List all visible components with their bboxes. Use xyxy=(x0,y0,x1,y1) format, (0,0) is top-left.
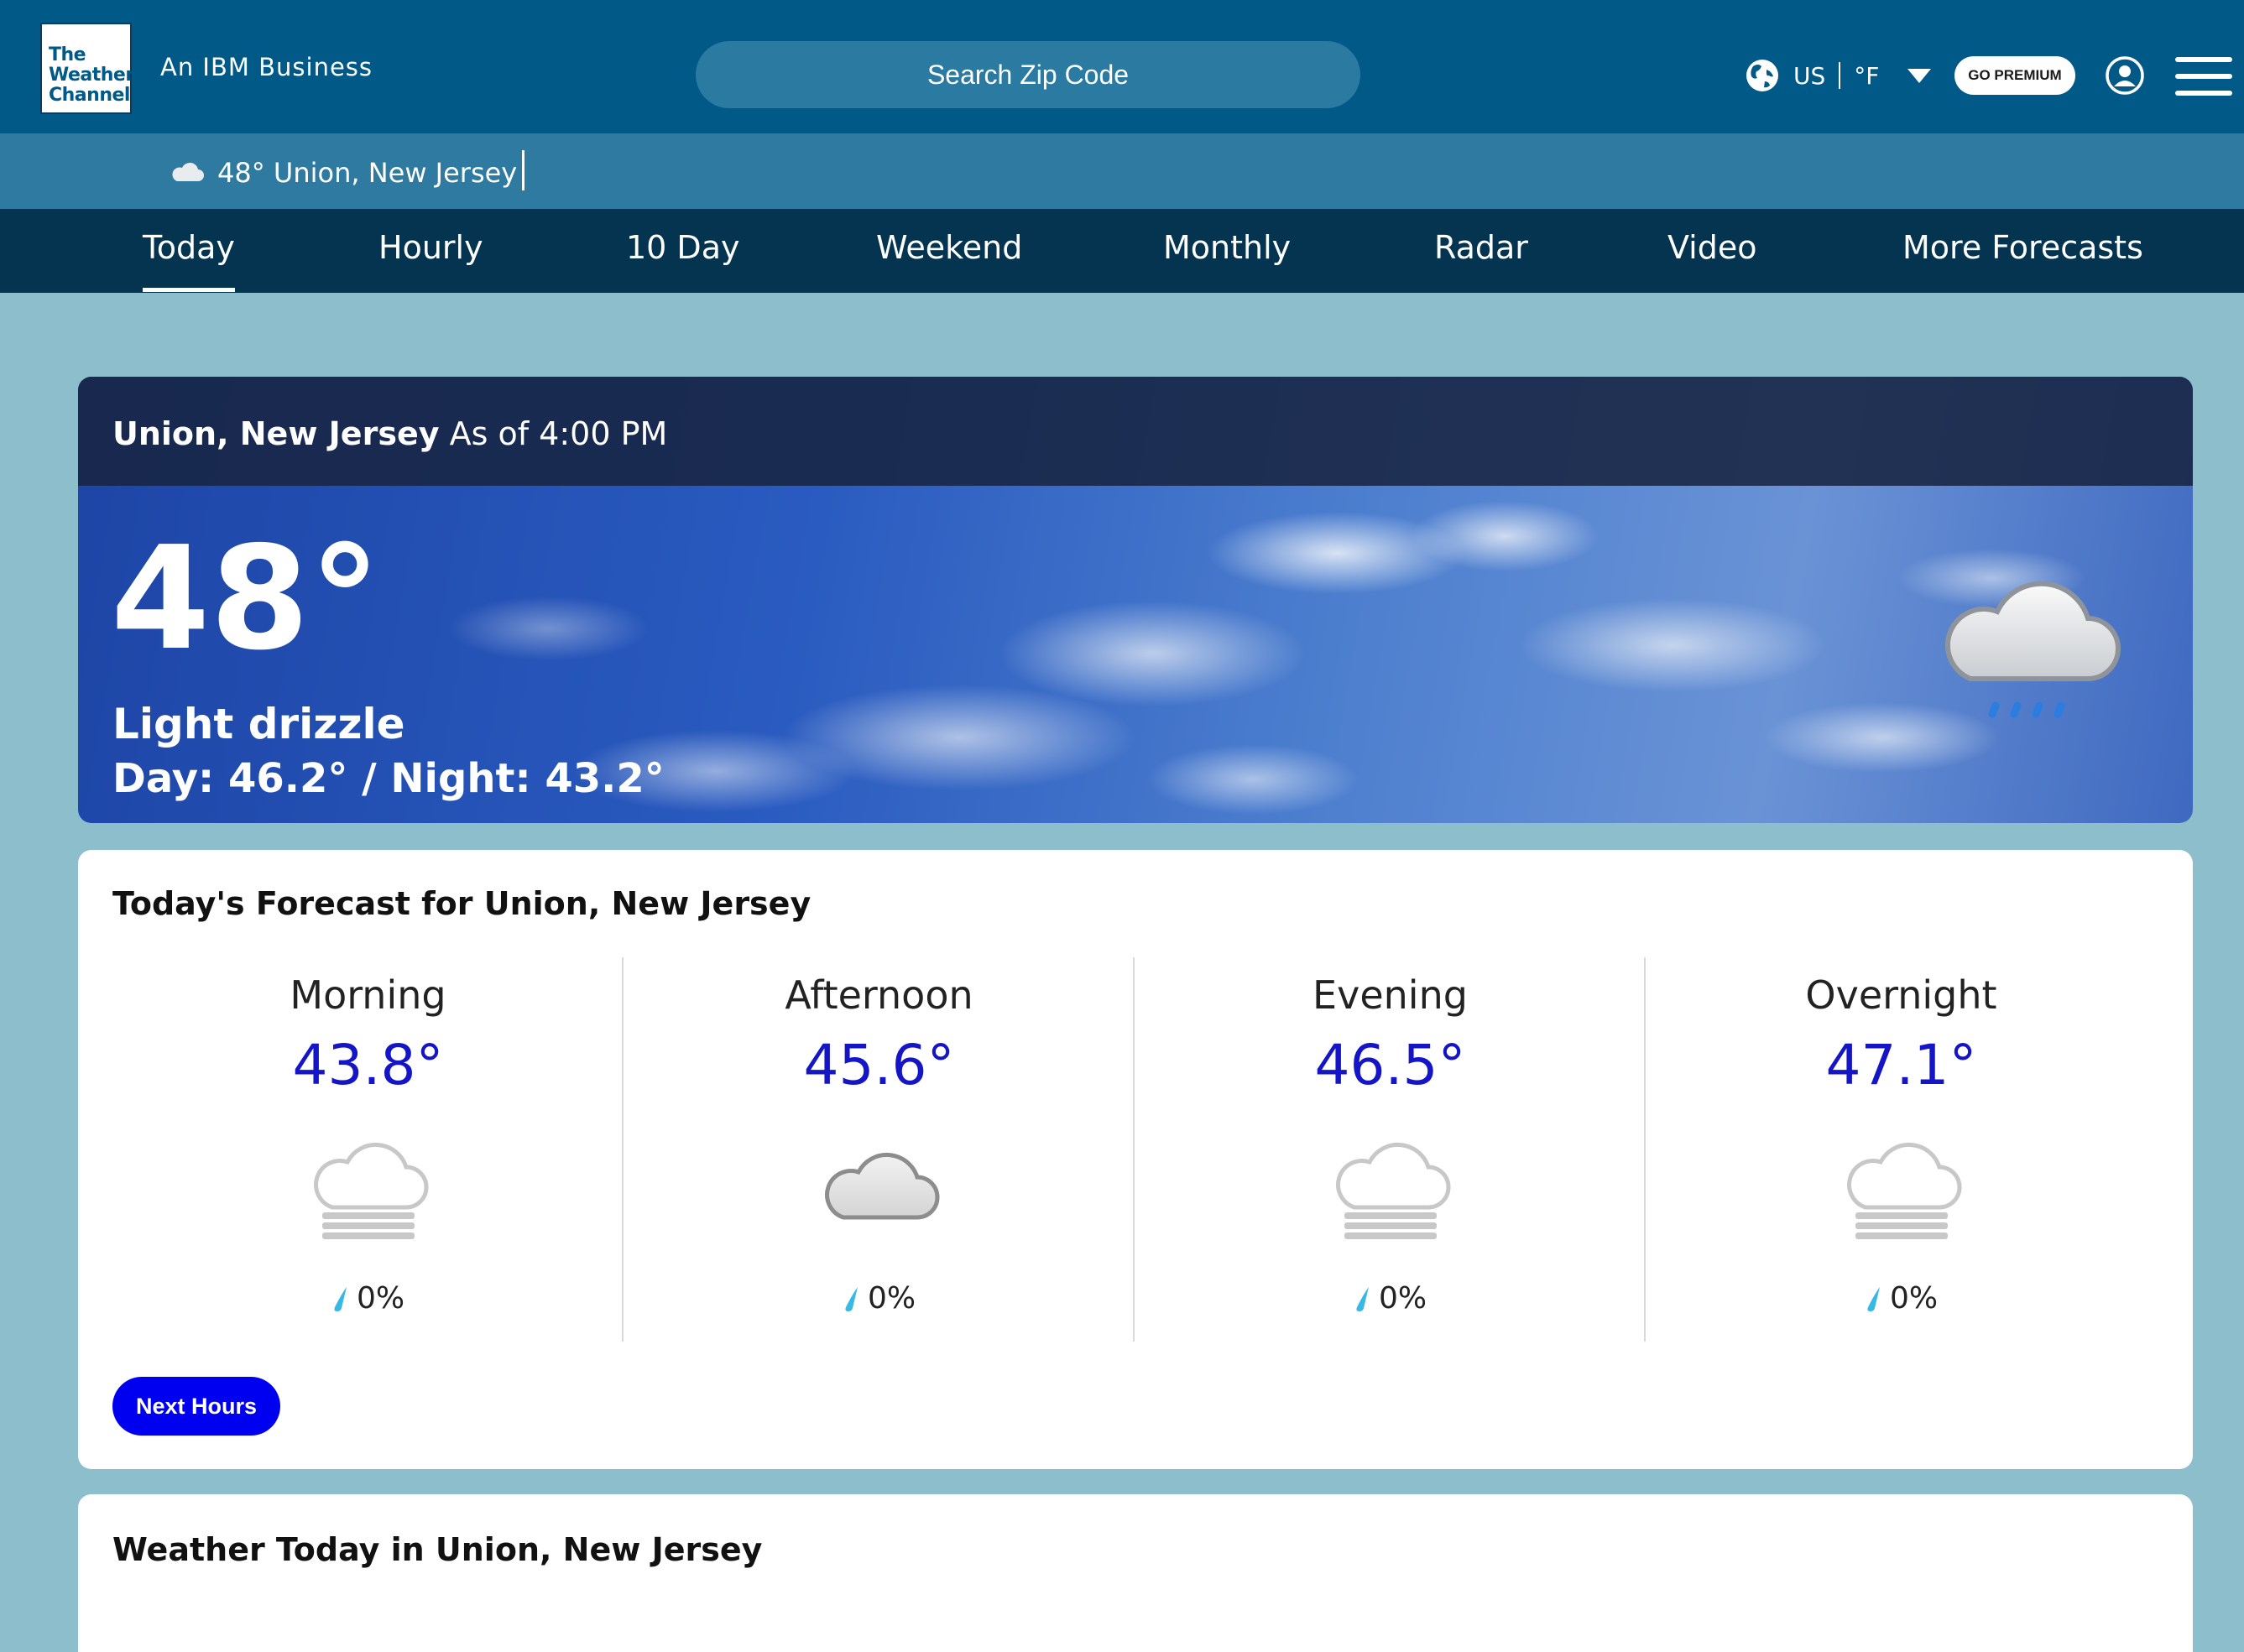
period-temperature: 47.1° xyxy=(1825,1033,1977,1097)
current-conditions-card: Union, New Jersey As of 4:00 PM 48° Ligh… xyxy=(78,377,2193,823)
region-label: US xyxy=(1793,61,1826,90)
raindrop-icon xyxy=(1867,1286,1880,1311)
raindrop-icon xyxy=(845,1286,858,1311)
current-location-name: Union, New Jersey xyxy=(112,415,440,452)
account-icon[interactable] xyxy=(2105,55,2145,96)
precip-chance: 0% xyxy=(1646,1281,2157,1316)
forecast-periods: Morning 43.8° 0% Afternoon 45.6° 0% Even… xyxy=(112,957,2158,1342)
cloud-icon xyxy=(172,162,204,181)
period-temperature: 45.6° xyxy=(803,1033,955,1097)
fog-icon xyxy=(1847,1142,1962,1239)
period-temperature: 46.5° xyxy=(1314,1033,1466,1097)
current-condition: Light drizzle xyxy=(112,700,405,748)
as-of-time: As of 4:00 PM xyxy=(449,415,668,452)
weather-today-card: Weather Today in Union, New Jersey xyxy=(78,1494,2193,1652)
precip-value: 0% xyxy=(867,1281,916,1316)
current-temperature: 48° xyxy=(111,516,381,682)
forecast-nav: Today Hourly 10 Day Weekend Monthly Rada… xyxy=(0,209,2244,293)
location-strip-divider xyxy=(522,150,524,190)
precip-value: 0% xyxy=(356,1281,405,1316)
ibm-tagline: An IBM Business xyxy=(160,53,373,81)
next-hours-button[interactable]: Next Hours xyxy=(112,1377,280,1436)
today-forecast-card: Today's Forecast for Union, New Jersey M… xyxy=(78,850,2193,1469)
current-location-strip[interactable]: 48° Union, New Jersey xyxy=(0,133,2244,209)
hamburger-menu-icon[interactable] xyxy=(2175,57,2232,96)
cloud-drizzle-icon xyxy=(1944,581,2121,718)
precip-chance: 0% xyxy=(624,1281,1135,1316)
unit-label: °F xyxy=(1854,61,1880,90)
cloudy-icon xyxy=(825,1152,940,1220)
precip-chance: 0% xyxy=(1135,1281,1646,1316)
tab-weekend[interactable]: Weekend xyxy=(876,229,1022,266)
go-premium-button[interactable]: GO PREMIUM xyxy=(1954,56,2075,95)
forecast-period-overnight[interactable]: Overnight 47.1° 0% xyxy=(1646,957,2157,1342)
raindrop-icon xyxy=(1356,1286,1369,1311)
forecast-period-afternoon[interactable]: Afternoon 45.6° 0% xyxy=(624,957,1135,1342)
today-forecast-title: Today's Forecast for Union, New Jersey xyxy=(112,885,811,922)
tab-today[interactable]: Today xyxy=(143,229,235,292)
precip-chance: 0% xyxy=(112,1281,624,1316)
fog-icon xyxy=(1336,1142,1451,1239)
search-input[interactable]: Search Zip Code xyxy=(696,41,1360,108)
day-night-temps: Day: 46.2° / Night: 43.2° xyxy=(112,755,665,802)
period-name: Evening xyxy=(1312,972,1468,1018)
locale-divider xyxy=(1839,62,1841,89)
raindrop-icon xyxy=(334,1286,347,1311)
chevron-down-icon xyxy=(1907,68,1932,83)
tab-radar[interactable]: Radar xyxy=(1434,229,1528,266)
forecast-period-evening[interactable]: Evening 46.5° 0% xyxy=(1135,957,1646,1342)
period-name: Morning xyxy=(290,972,446,1018)
period-name: Overnight xyxy=(1805,972,1997,1018)
locale-selector[interactable]: US °F xyxy=(1745,55,1932,96)
tab-10-day[interactable]: 10 Day xyxy=(626,229,739,266)
top-header: The Weather Channel An IBM Business Sear… xyxy=(0,0,2244,133)
fog-icon xyxy=(314,1142,429,1239)
forecast-period-morning[interactable]: Morning 43.8° 0% xyxy=(112,957,624,1342)
tab-video[interactable]: Video xyxy=(1667,229,1756,266)
period-temperature: 43.8° xyxy=(292,1033,444,1097)
precip-value: 0% xyxy=(1889,1281,1939,1316)
current-location-heading: Union, New Jersey As of 4:00 PM xyxy=(112,415,667,452)
globe-icon xyxy=(1746,60,1778,91)
tab-more-forecasts[interactable]: More Forecasts xyxy=(1902,229,2143,266)
location-strip-text: 48° Union, New Jersey xyxy=(217,157,518,189)
weather-today-title: Weather Today in Union, New Jersey xyxy=(112,1531,763,1568)
tab-monthly[interactable]: Monthly xyxy=(1163,229,1291,266)
period-name: Afternoon xyxy=(785,972,973,1018)
weather-channel-logo[interactable]: The Weather Channel xyxy=(40,23,134,114)
tab-hourly[interactable]: Hourly xyxy=(378,229,483,266)
precip-value: 0% xyxy=(1378,1281,1427,1316)
